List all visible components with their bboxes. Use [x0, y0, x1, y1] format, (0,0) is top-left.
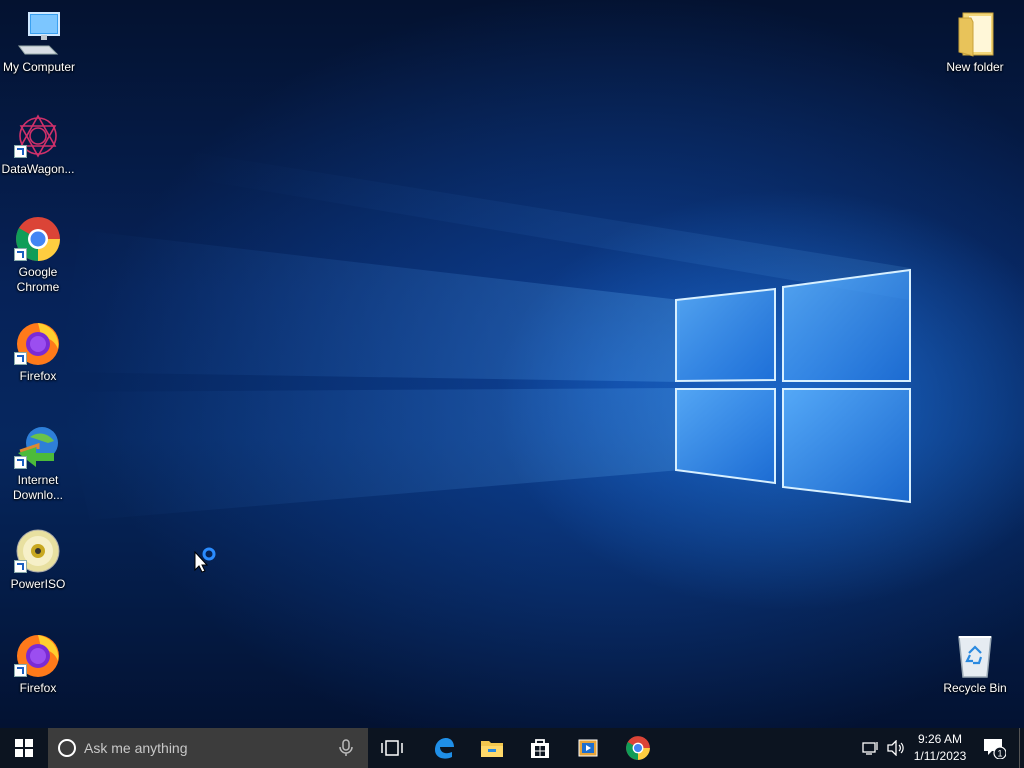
taskbar-edge[interactable]: [419, 728, 467, 768]
action-center-button[interactable]: 1: [978, 728, 1010, 768]
media-player-icon: [578, 739, 598, 757]
desktop-icon-label: PowerISO: [10, 577, 66, 591]
taskbar-chrome[interactable]: [614, 728, 662, 768]
desktop-icon-internet-download-manager[interactable]: Internet Downlo...: [0, 423, 76, 503]
chrome-icon: [14, 215, 62, 263]
taskbar-media-player[interactable]: [564, 728, 612, 768]
firefox-icon: [14, 319, 62, 367]
desktop-icon-datawagon[interactable]: DataWagon...: [0, 112, 76, 177]
taskbar-file-explorer[interactable]: [468, 728, 516, 768]
folder-icon: [951, 10, 999, 58]
mouse-cursor: [194, 547, 216, 573]
desktop-icon-label: My Computer: [2, 60, 76, 74]
desktop-icon-label: Firefox: [19, 681, 57, 695]
chrome-icon: [626, 736, 650, 760]
search-box[interactable]: Ask me anything: [48, 728, 368, 768]
notification-count: 1: [997, 749, 1002, 759]
poweriso-icon: [14, 527, 62, 575]
internet-download-manager-icon: [14, 423, 62, 471]
task-view-icon: [381, 740, 403, 756]
clock[interactable]: 9:26 AM 1/11/2023: [904, 728, 976, 768]
desktop-icon-label: DataWagon...: [1, 162, 75, 176]
volume-icon: [887, 740, 904, 756]
task-view-button[interactable]: [368, 728, 416, 768]
shortcut-arrow-icon: [14, 664, 27, 677]
network-icon: [862, 742, 878, 755]
desktop-icon-firefox[interactable]: Firefox: [0, 631, 76, 696]
cortana-icon: [58, 739, 76, 757]
desktop-icon-my-computer[interactable]: My Computer: [1, 10, 77, 75]
clock-date: 1/11/2023: [913, 749, 967, 763]
taskbar: Ask me anything 9:26 AM 1/11/2023 1: [0, 728, 1024, 768]
microphone-icon[interactable]: [336, 738, 356, 758]
desktop-icon-recycle-bin[interactable]: Recycle Bin: [937, 631, 1013, 696]
computer-icon: [15, 10, 63, 58]
datawagon-icon: [14, 112, 62, 160]
search-placeholder: Ask me anything: [84, 740, 188, 756]
file-explorer-icon: [481, 741, 503, 757]
desktop-icon-label: Internet Downlo...: [12, 473, 64, 502]
windows-logo-icon: [15, 739, 33, 757]
desktop[interactable]: My Computer DataWagon... Google Chrome F…: [0, 0, 1024, 728]
edge-icon: [435, 738, 454, 759]
desktop-icon-google-chrome[interactable]: Google Chrome: [0, 215, 76, 295]
desktop-icon-firefox[interactable]: Firefox: [0, 319, 76, 384]
windows-logo-wallpaper: [60, 150, 911, 573]
taskbar-store[interactable]: [516, 728, 564, 768]
tray-network[interactable]: [858, 728, 884, 768]
desktop-icon-label: Firefox: [19, 369, 57, 383]
desktop-icon-label: Recycle Bin: [943, 681, 1007, 695]
clock-time: 9:26 AM: [917, 732, 963, 746]
start-button[interactable]: [0, 728, 48, 768]
show-desktop-button[interactable]: [1019, 728, 1024, 768]
notification-icon: 1: [984, 739, 1006, 759]
shortcut-arrow-icon: [14, 560, 27, 573]
firefox-icon: [14, 631, 62, 679]
desktop-icon-poweriso[interactable]: PowerISO: [0, 527, 76, 592]
desktop-icon-new-folder[interactable]: New folder: [937, 10, 1013, 75]
recycle-bin-icon: [951, 631, 999, 679]
desktop-icon-label: Google Chrome: [16, 265, 60, 294]
shortcut-arrow-icon: [14, 248, 27, 261]
shortcut-arrow-icon: [14, 456, 27, 469]
store-icon: [531, 739, 549, 758]
shortcut-arrow-icon: [14, 145, 27, 158]
desktop-icon-label: New folder: [946, 60, 1004, 74]
shortcut-arrow-icon: [14, 352, 27, 365]
